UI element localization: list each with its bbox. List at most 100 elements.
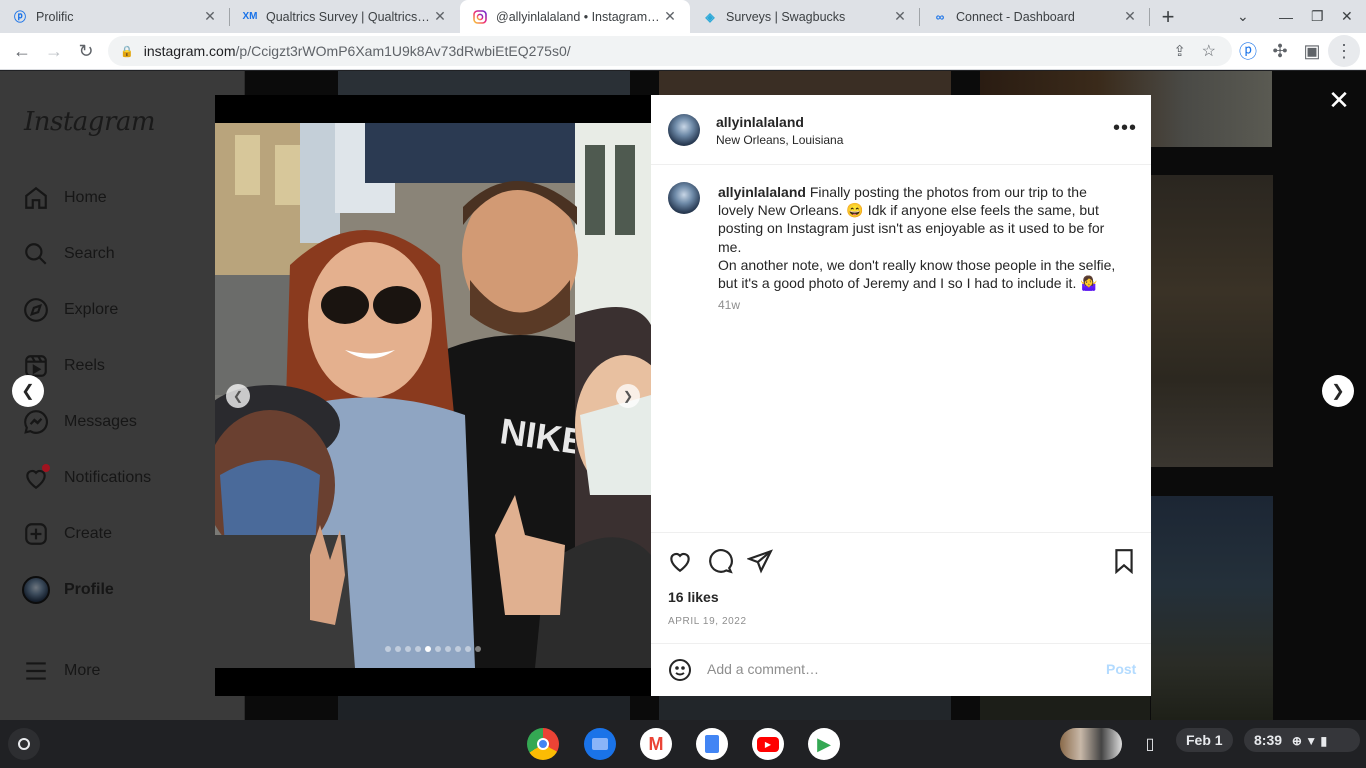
post-photo[interactable]: NIKE ❮ ❯: [215, 95, 651, 696]
sidebar-item-profile[interactable]: Profile: [22, 575, 114, 605]
tab-prolific[interactable]: ⓟ Prolific ✕: [0, 0, 230, 33]
tab-title: Qualtrics Survey | Qualtrics Experience …: [266, 9, 432, 24]
carousel-dot: [395, 646, 401, 652]
reload-icon[interactable]: ↻: [70, 35, 102, 67]
next-post-button[interactable]: ❯: [1322, 375, 1354, 407]
youtube-icon[interactable]: ▶: [752, 728, 784, 760]
shelf-time: 8:39: [1254, 732, 1283, 748]
post-location[interactable]: New Orleans, Louisiana: [716, 133, 843, 147]
carousel-dot: [445, 646, 451, 652]
sidebar-item-label: Notifications: [64, 469, 152, 486]
menu-icon: [22, 657, 50, 685]
tab-title: @allyinlalaland • Instagram photos and v…: [496, 9, 662, 24]
carousel-indicator: [385, 646, 481, 652]
connect-favicon-icon: ∞: [935, 9, 945, 24]
tab-title: Prolific: [36, 9, 74, 24]
grid-photo[interactable]: [338, 696, 630, 720]
gmail-icon[interactable]: M: [640, 728, 672, 760]
post-header: allyinlalaland New Orleans, Louisiana ••…: [651, 95, 1151, 165]
carousel-dot: [435, 646, 441, 652]
post-username[interactable]: allyinlalaland: [716, 114, 804, 130]
sidebar-item-create[interactable]: Create: [22, 519, 112, 549]
share-send-icon[interactable]: [745, 548, 773, 579]
tab-qualtrics[interactable]: XM Qualtrics Survey | Qualtrics Experien…: [230, 0, 460, 33]
caption-text-2: On another note, we don't really know th…: [718, 256, 1116, 292]
bookmark-star-icon[interactable]: ☆: [1202, 41, 1216, 61]
minimize-icon[interactable]: —: [1279, 0, 1293, 33]
tab-connect[interactable]: ∞ Connect - Dashboard ✕: [920, 0, 1150, 33]
docs-icon[interactable]: [696, 728, 728, 760]
grid-photo[interactable]: [338, 71, 630, 95]
phone-hub-icon[interactable]: ▯: [1134, 728, 1166, 760]
tab-strip: ⓟ Prolific ✕ XM Qualtrics Survey | Qualt…: [0, 0, 1366, 33]
like-heart-icon[interactable]: [667, 548, 693, 579]
sidebar-item-messages[interactable]: Messages: [22, 407, 137, 437]
recent-screenshots-icon[interactable]: [1060, 728, 1122, 760]
more-options-icon[interactable]: •••: [1113, 117, 1137, 140]
previous-post-button[interactable]: ❮: [12, 375, 44, 407]
window-close-icon[interactable]: ✕: [1341, 0, 1353, 33]
sidebar-item-explore[interactable]: Explore: [22, 295, 118, 325]
tab-swagbucks[interactable]: ◈ Surveys | Swagbucks ✕: [690, 0, 920, 33]
address-path: /p/Ccigzt3rWOmP6Xam1U9k8Av73dRwbiEtEQ275…: [235, 43, 571, 59]
notification-dot: [42, 464, 50, 472]
tab-search-icon[interactable]: ⌄: [1237, 0, 1249, 33]
carousel-dot: [475, 646, 481, 652]
sidebar-item-more[interactable]: More: [22, 656, 100, 686]
grid-photo[interactable]: [659, 696, 951, 720]
save-bookmark-icon[interactable]: [1112, 548, 1136, 579]
sidebar-item-notifications[interactable]: Notifications: [22, 463, 151, 493]
comment-box: Post: [651, 643, 1151, 696]
post-comment-button[interactable]: Post: [1106, 661, 1136, 677]
back-icon[interactable]: ←: [6, 35, 38, 67]
shelf-date[interactable]: Feb 1: [1176, 728, 1233, 752]
post-caption: allyinlalaland Finally posting the photo…: [718, 183, 1118, 292]
prolific-extension-icon[interactable]: ⓟ: [1232, 35, 1264, 67]
side-panel-icon[interactable]: ▣: [1296, 35, 1328, 67]
close-icon[interactable]: ✕: [892, 8, 908, 25]
forward-icon[interactable]: →: [38, 35, 70, 67]
instagram-logo[interactable]: Instagram: [24, 107, 156, 137]
close-icon[interactable]: ✕: [432, 8, 448, 25]
instagram-favicon-icon: [472, 9, 488, 25]
grid-photo[interactable]: [659, 71, 951, 95]
new-tab-button[interactable]: +: [1150, 0, 1186, 33]
heart-icon: [22, 464, 50, 492]
avatar[interactable]: [668, 182, 700, 214]
grid-photo[interactable]: [1151, 175, 1273, 467]
chrome-icon[interactable]: [527, 728, 559, 760]
search-icon: [22, 240, 50, 268]
play-store-icon[interactable]: ▶: [808, 728, 840, 760]
status-area[interactable]: 8:39 ⊕ ▼ ▮: [1244, 728, 1360, 752]
photo-prev-button[interactable]: ❮: [226, 384, 250, 408]
more-menu-icon[interactable]: ⋮: [1328, 35, 1360, 67]
sidebar-item-label: Reels: [64, 357, 105, 374]
close-icon[interactable]: ✕: [1122, 8, 1138, 25]
grid-photo[interactable]: [1151, 496, 1273, 720]
files-icon[interactable]: [584, 728, 616, 760]
close-icon[interactable]: ✕: [1326, 87, 1352, 113]
address-bar[interactable]: 🔒 instagram.com/p/Ccigzt3rWOmP6Xam1U9k8A…: [108, 36, 1232, 66]
emoji-icon[interactable]: [668, 658, 692, 687]
carousel-dot: [405, 646, 411, 652]
grid-photo[interactable]: [980, 696, 1150, 720]
caption-username[interactable]: allyinlalaland: [718, 184, 806, 200]
sidebar-item-label: Explore: [64, 301, 119, 318]
comment-icon[interactable]: [707, 548, 733, 579]
post-details-panel: allyinlalaland New Orleans, Louisiana ••…: [651, 95, 1151, 696]
launcher-icon[interactable]: [8, 728, 40, 760]
caption-age[interactable]: 41w: [718, 298, 740, 312]
tab-instagram[interactable]: @allyinlalaland • Instagram photos and v…: [460, 0, 690, 33]
sidebar-item-home[interactable]: Home: [22, 183, 107, 213]
share-icon[interactable]: ⇪: [1173, 42, 1186, 60]
comment-input[interactable]: [707, 659, 1087, 679]
avatar[interactable]: [668, 114, 700, 146]
likes-count[interactable]: 16 likes: [668, 589, 719, 605]
sidebar-item-search[interactable]: Search: [22, 239, 115, 269]
photo-next-button[interactable]: ❯: [616, 384, 640, 408]
extensions-puzzle-icon[interactable]: ✣: [1264, 35, 1296, 67]
sidebar-item-label: Messages: [64, 413, 137, 430]
close-icon[interactable]: ✕: [662, 8, 678, 25]
restore-icon[interactable]: ❐: [1311, 0, 1324, 33]
close-icon[interactable]: ✕: [202, 8, 218, 25]
